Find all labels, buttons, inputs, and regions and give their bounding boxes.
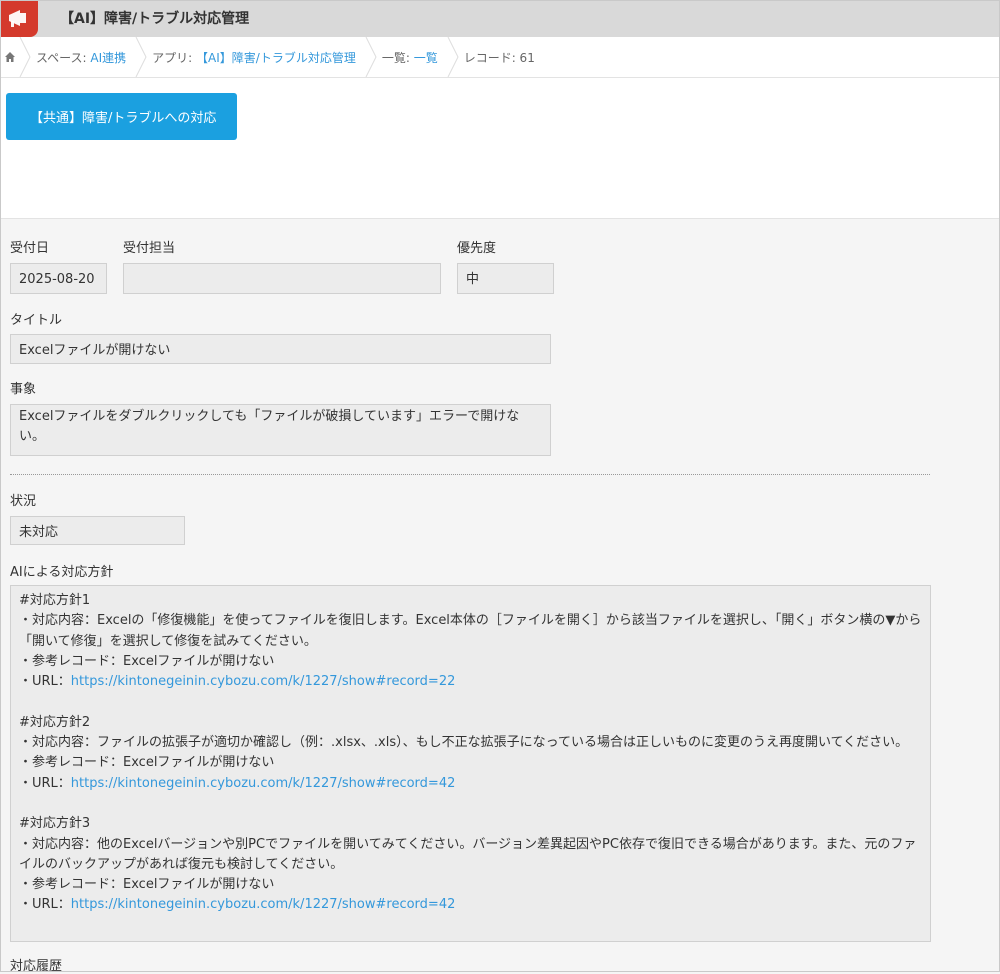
policy-url-line: ・URL：https://kintonegeinin.cybozu.com/k/… bbox=[19, 897, 456, 913]
received-date-field: 2025-08-20 bbox=[10, 263, 107, 294]
status-field: 未対応 bbox=[10, 516, 185, 545]
breadcrumb-space: スペース: AI連携 bbox=[36, 50, 127, 65]
policy-heading: #対応方針3 bbox=[19, 816, 91, 832]
breadcrumb-space-link[interactable]: AI連携 bbox=[90, 51, 126, 65]
home-icon[interactable] bbox=[2, 37, 18, 77]
policy-url-link[interactable]: https://kintonegeinin.cybozu.com/k/1227/… bbox=[71, 674, 456, 689]
policy-content: ・対応内容：ファイルの拡張子が適切か確認し（例：.xlsx、.xls）、もし不正… bbox=[19, 735, 909, 751]
priority-label: 優先度 bbox=[457, 241, 497, 256]
app-title: 【AI】障害/トラブル対応管理 bbox=[60, 11, 250, 27]
assignee-label: 受付担当 bbox=[123, 241, 176, 256]
ai-policy-field: #対応方針1 ・対応内容：Excelの「修復機能」を使ってファイルを復旧します。… bbox=[10, 585, 931, 942]
policy-url-line: ・URL：https://kintonegeinin.cybozu.com/k/… bbox=[19, 674, 456, 690]
title-label: タイトル bbox=[10, 313, 63, 328]
breadcrumb: スペース: AI連携 アプリ: 【AI】障害/トラブル対応管理 一覧: 一覧 レ… bbox=[0, 37, 1000, 78]
common-response-button[interactable]: 【共通】障害/トラブルへの対応 bbox=[6, 93, 237, 140]
policy-content: ・対応内容：Excelの「修復機能」を使ってファイルを復旧します。Excel本体… bbox=[19, 613, 922, 649]
assignee-field bbox=[123, 263, 441, 294]
policy-url-line: ・URL：https://kintonegeinin.cybozu.com/k/… bbox=[19, 775, 456, 791]
breadcrumb-separator-icon bbox=[18, 37, 32, 77]
policy-content: ・対応内容：他のExcelバージョンや別PCでファイルを開いてみてください。バー… bbox=[19, 836, 917, 872]
breadcrumb-separator-icon bbox=[446, 37, 460, 77]
policy-url-link[interactable]: https://kintonegeinin.cybozu.com/k/1227/… bbox=[71, 897, 456, 912]
title-field: Excelファイルが開けない bbox=[10, 334, 551, 364]
breadcrumb-app-link[interactable]: 【AI】障害/トラブル対応管理 bbox=[196, 51, 356, 65]
breadcrumb-list: 一覧: 一覧 bbox=[381, 50, 438, 65]
breadcrumb-separator-icon bbox=[134, 37, 148, 77]
breadcrumb-record: レコード: 61 bbox=[463, 50, 535, 65]
app-header: 【AI】障害/トラブル対応管理 bbox=[0, 0, 1000, 37]
policy-url-link[interactable]: https://kintonegeinin.cybozu.com/k/1227/… bbox=[71, 776, 456, 791]
policy-block: #対応方針3 ・対応内容：他のExcelバージョンや別PCでファイルを開いてみて… bbox=[19, 814, 922, 915]
phenomenon-field: Excelファイルをダブルクリックしても「ファイルが破損しています」エラーで開け… bbox=[10, 404, 551, 456]
ai-policy-label: AIによる対応方針 bbox=[10, 565, 114, 580]
history-label: 対応履歴 bbox=[10, 959, 63, 974]
app-icon[interactable] bbox=[0, 0, 38, 37]
status-label: 状況 bbox=[10, 494, 37, 509]
phenomenon-label: 事象 bbox=[10, 382, 37, 397]
policy-heading: #対応方針2 bbox=[19, 714, 91, 730]
breadcrumb-list-link[interactable]: 一覧 bbox=[414, 51, 438, 65]
megaphone-icon bbox=[9, 10, 26, 27]
policy-reference: ・参考レコード：Excelファイルが開けない bbox=[19, 755, 275, 771]
received-date-label: 受付日 bbox=[10, 241, 50, 256]
priority-field: 中 bbox=[457, 263, 554, 294]
policy-reference: ・参考レコード：Excelファイルが開けない bbox=[19, 877, 275, 893]
breadcrumb-app: アプリ: 【AI】障害/トラブル対応管理 bbox=[152, 50, 356, 65]
policy-reference: ・参考レコード：Excelファイルが開けない bbox=[19, 653, 275, 669]
policy-heading: #対応方針1 bbox=[19, 593, 91, 608]
breadcrumb-separator-icon bbox=[364, 37, 378, 77]
action-area: 【共通】障害/トラブルへの対応 bbox=[0, 78, 1000, 219]
policy-block: #対応方針1 ・対応内容：Excelの「修復機能」を使ってファイルを復旧します。… bbox=[19, 591, 922, 692]
section-divider bbox=[10, 474, 930, 475]
policy-block: #対応方針2 ・対応内容：ファイルの拡張子が適切か確認し（例：.xlsx、.xl… bbox=[19, 713, 922, 794]
